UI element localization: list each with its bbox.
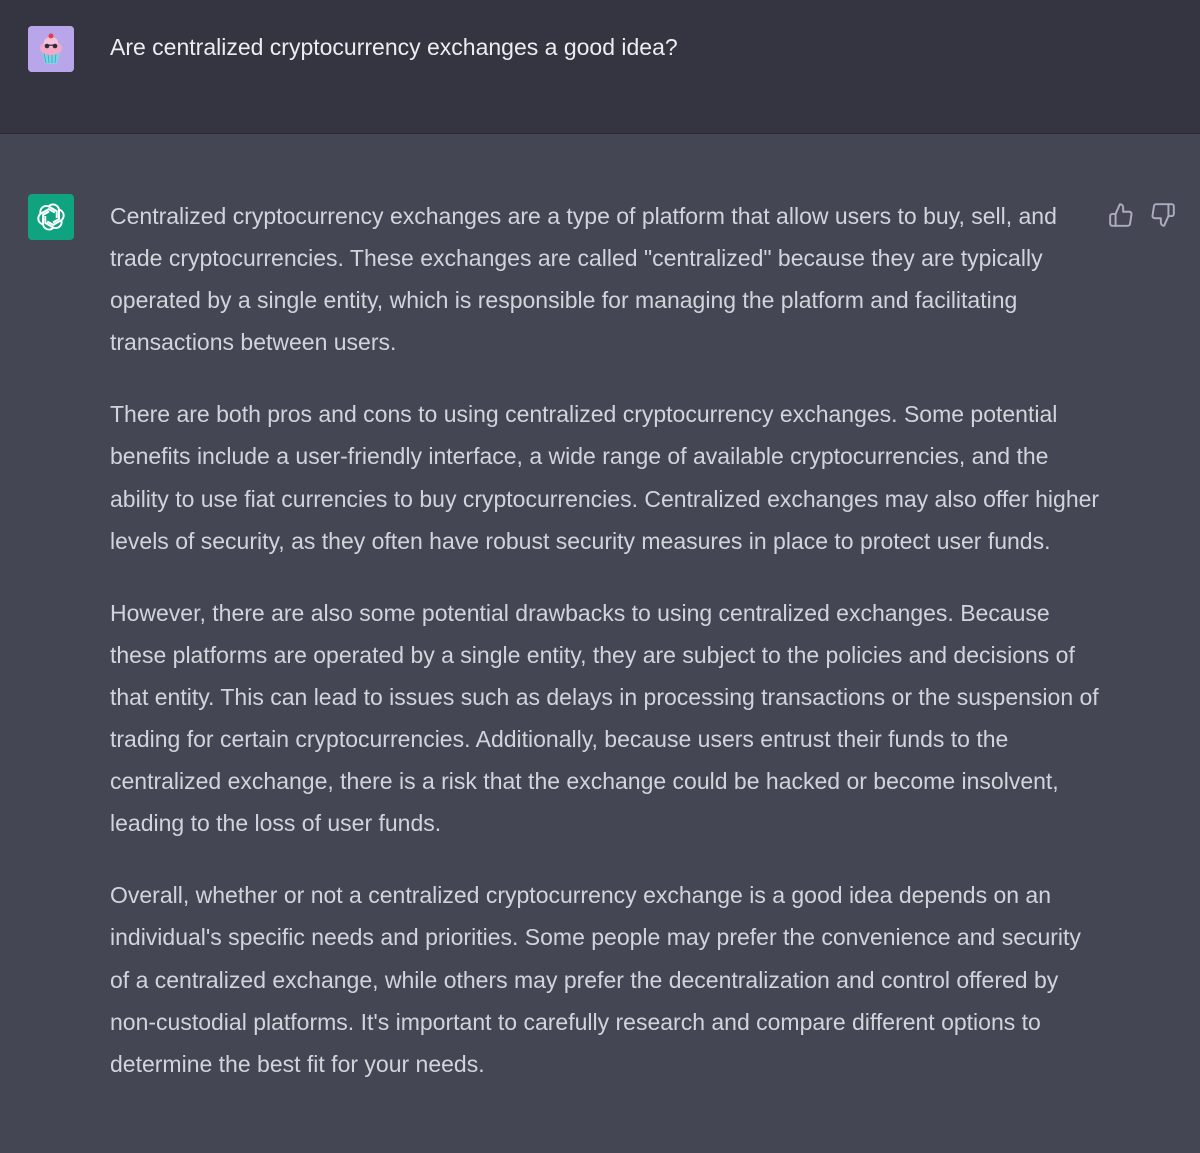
assistant-avatar [28, 194, 74, 240]
thumbs-down-button[interactable] [1148, 200, 1178, 230]
thumbs-down-icon [1151, 203, 1175, 227]
answer-paragraph: However, there are also some potential d… [110, 599, 1099, 837]
answer-paragraph: Centralized cryptocurrency exchanges are… [110, 203, 1057, 356]
openai-logo-icon [37, 203, 65, 231]
user-message-text: Are centralized cryptocurrency exchanges… [110, 34, 678, 60]
cupcake-avatar-icon [28, 26, 74, 72]
answer-paragraph: There are both pros and cons to using ce… [110, 401, 1100, 554]
answer-paragraph: Overall, whether or not a centralized cr… [110, 882, 1081, 1077]
assistant-message-row: Centralized cryptocurrency exchanges are… [0, 134, 1200, 1153]
thumbs-up-icon [1109, 203, 1133, 227]
user-message-row: Are centralized cryptocurrency exchanges… [0, 0, 1200, 134]
assistant-message-body: Centralized cryptocurrency exchanges are… [110, 195, 1100, 1115]
user-avatar [28, 26, 74, 72]
thumbs-up-button[interactable] [1106, 200, 1136, 230]
